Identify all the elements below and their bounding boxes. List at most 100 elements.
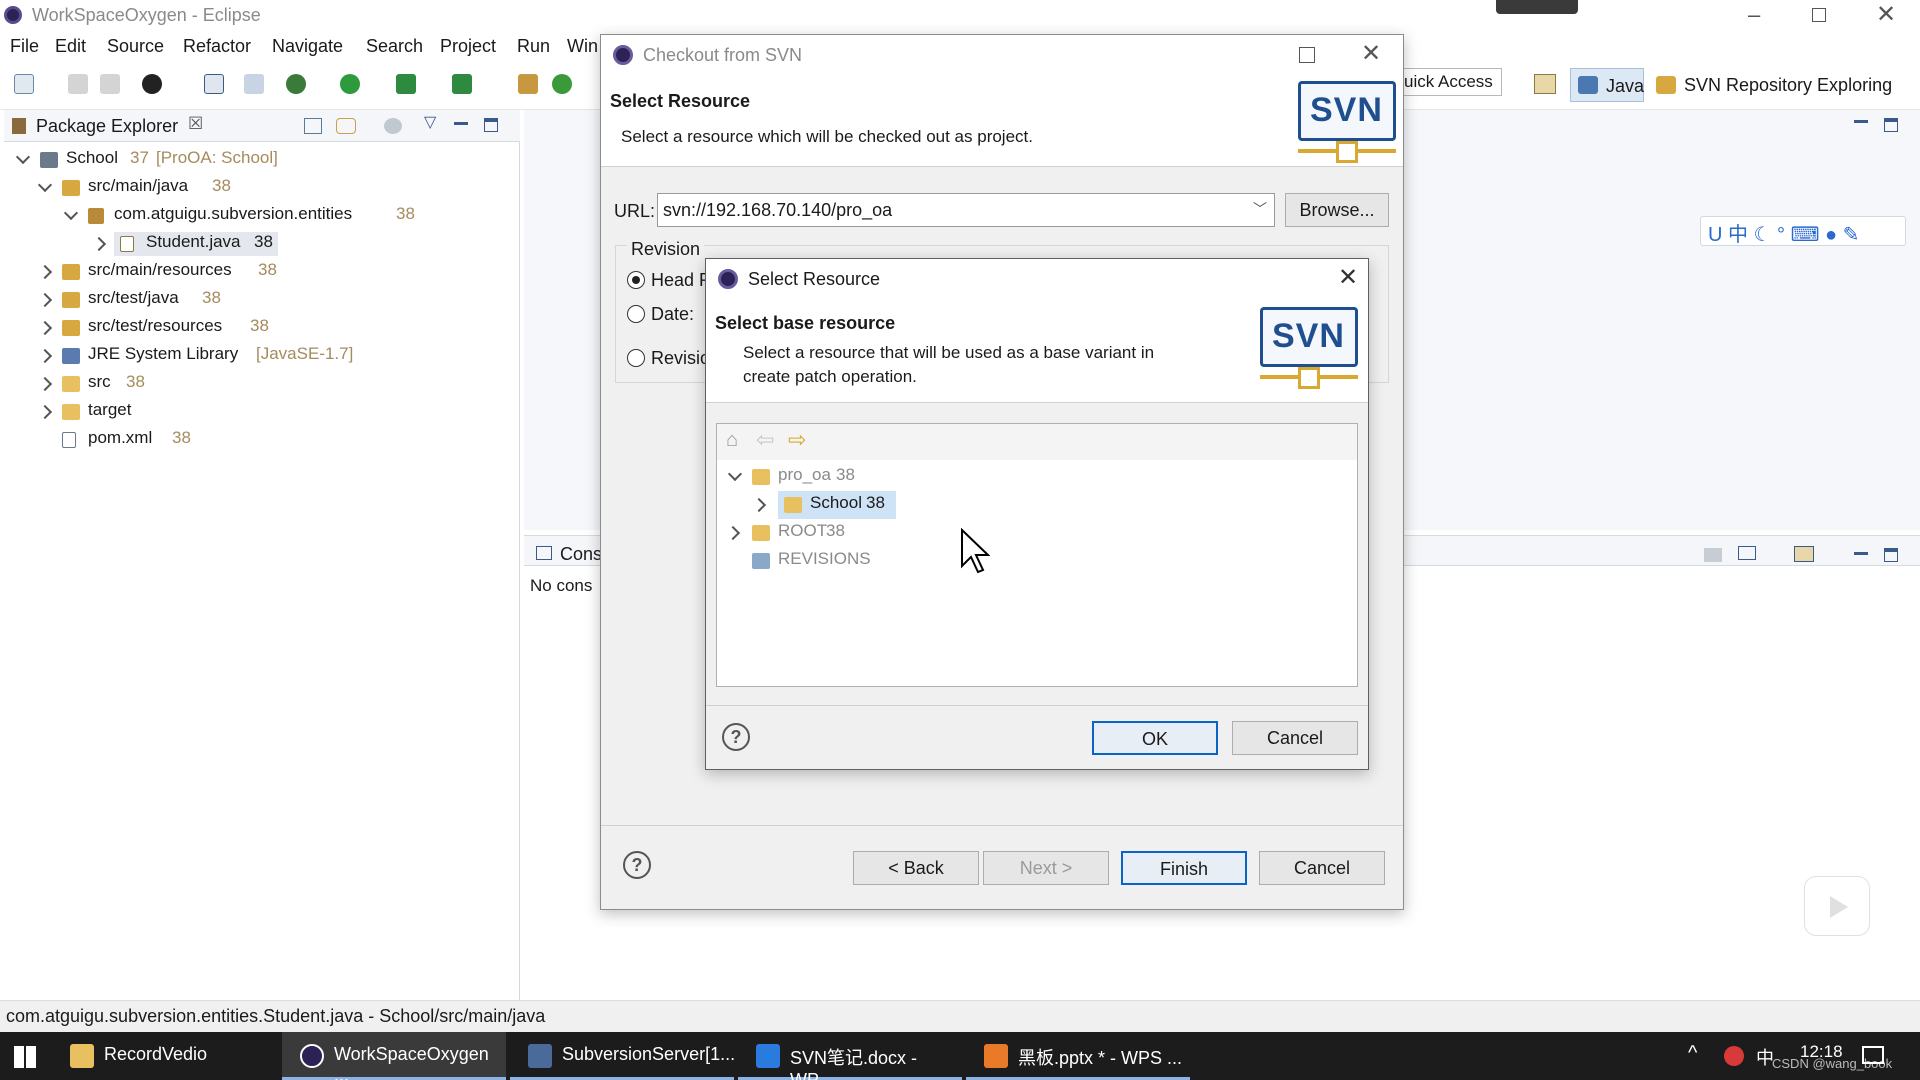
new-class-icon[interactable]: [552, 74, 572, 94]
select-dialog-close-button[interactable]: ✕: [1338, 263, 1358, 292]
browse-button[interactable]: Browse...: [1285, 193, 1389, 227]
minimize-button[interactable]: –: [1748, 2, 1760, 28]
expand-chevron-down-icon[interactable]: [727, 466, 743, 482]
skip-breakpoints-icon[interactable]: [244, 74, 264, 94]
svn-icon[interactable]: [142, 74, 162, 94]
start-windows-icon[interactable]: [14, 1046, 36, 1068]
tree-item-src[interactable]: src 38: [14, 372, 494, 396]
close-tab-icon[interactable]: ☒: [188, 114, 203, 134]
expand-chevron-right-icon[interactable]: [37, 348, 53, 364]
external-tools-icon[interactable]: [452, 74, 472, 94]
expand-chevron-down-icon[interactable]: [63, 205, 79, 221]
open-console-icon[interactable]: [1794, 546, 1814, 562]
select-heading: Select base resource: [715, 313, 896, 333]
pin-console-icon[interactable]: [1704, 548, 1722, 562]
display-console-icon[interactable]: [1738, 546, 1756, 560]
view-menu-chevron-down-icon[interactable]: ▽: [424, 112, 436, 132]
tree-rev: 38: [126, 372, 145, 391]
minimize-console-icon[interactable]: [1854, 552, 1868, 555]
dialog-maximize-button[interactable]: [1299, 47, 1315, 63]
tree-item-jre-library[interactable]: JRE System Library [JavaSE-1.7]: [14, 344, 494, 368]
tree-item-school[interactable]: School 37 [ProOA: School]: [14, 148, 494, 172]
menu-file[interactable]: File: [10, 36, 39, 57]
tree-item-src-test-java[interactable]: src/test/java 38: [14, 288, 494, 312]
tree-item-src-test-resources[interactable]: src/test/resources 38: [14, 316, 494, 340]
expand-chevron-right-icon[interactable]: [37, 292, 53, 308]
home-icon[interactable]: ⌂: [726, 429, 738, 452]
help-icon[interactable]: ?: [623, 851, 651, 879]
maximize-view-icon[interactable]: [484, 118, 498, 132]
tree-item-src-main-java[interactable]: src/main/java 38: [14, 176, 494, 200]
maximize-editor-icon[interactable]: [1884, 118, 1898, 132]
task-recordvedio[interactable]: RecordVedio: [52, 1032, 276, 1080]
close-window-button[interactable]: ✕: [1876, 0, 1896, 29]
task-svn-notes[interactable]: SVN笔记.docx - WP...: [738, 1032, 962, 1080]
restore-button[interactable]: [1812, 8, 1826, 22]
maximize-console-icon[interactable]: [1884, 548, 1898, 562]
tray-app-icon[interactable]: [1724, 1046, 1744, 1066]
tray-chevron-up-icon[interactable]: ^: [1688, 1042, 1697, 1065]
notification-icon[interactable]: [1862, 1046, 1884, 1064]
tree-item-school[interactable]: School 38: [726, 491, 1026, 519]
new-icon[interactable]: [14, 74, 34, 94]
menu-navigate[interactable]: Navigate: [272, 36, 343, 57]
package-explorer-tab[interactable]: Package Explorer ☒ ▽: [4, 110, 520, 142]
menu-edit[interactable]: Edit: [55, 36, 86, 57]
radio-date[interactable]: [627, 305, 645, 323]
menu-refactor[interactable]: Refactor: [183, 36, 251, 57]
filter-icon[interactable]: [384, 118, 402, 134]
menu-window[interactable]: Win: [567, 36, 598, 57]
help-icon[interactable]: ?: [722, 723, 750, 751]
radio-revision[interactable]: [627, 349, 645, 367]
terminal-icon[interactable]: [204, 74, 224, 94]
tree-item-pom[interactable]: pom.xml 38: [14, 428, 494, 452]
source-folder-icon: [62, 264, 80, 280]
expand-chevron-right-icon[interactable]: [91, 236, 107, 252]
debug-icon[interactable]: [286, 74, 306, 94]
save-all-icon[interactable]: [100, 74, 120, 94]
task-blackboard[interactable]: 黑板.pptx * - WPS ...: [966, 1032, 1190, 1080]
finish-button[interactable]: Finish: [1121, 851, 1247, 885]
task-eclipse[interactable]: WorkSpaceOxygen ...: [282, 1032, 506, 1080]
quick-access-label: uick Access: [1404, 72, 1493, 91]
expand-chevron-right-icon[interactable]: [751, 497, 767, 513]
tree-item-target[interactable]: target: [14, 400, 494, 424]
back-arrow-icon[interactable]: ⇦: [756, 427, 774, 453]
checkout-cancel-button[interactable]: Cancel: [1259, 851, 1385, 885]
tree-item-pro-oa[interactable]: pro_oa 38: [726, 465, 1026, 489]
expand-chevron-down-icon[interactable]: [37, 177, 53, 193]
tree-item-src-main-resources[interactable]: src/main/resources 38: [14, 260, 494, 284]
minimize-view-icon[interactable]: [454, 122, 468, 125]
menu-source[interactable]: Source: [107, 36, 164, 57]
collapse-all-icon[interactable]: [304, 118, 322, 134]
forward-arrow-icon[interactable]: ⇨: [788, 427, 806, 453]
console-tab[interactable]: Cons: [560, 544, 602, 565]
open-perspective-icon[interactable]: [1534, 74, 1556, 94]
expand-chevron-right-icon[interactable]: [37, 320, 53, 336]
dialog-close-button[interactable]: ✕: [1361, 39, 1381, 68]
back-button[interactable]: < Back: [853, 851, 979, 885]
new-java-package-icon[interactable]: [518, 74, 538, 94]
save-icon[interactable]: [68, 74, 88, 94]
select-cancel-button[interactable]: Cancel: [1232, 721, 1358, 755]
link-editor-icon[interactable]: [336, 118, 356, 134]
run-icon[interactable]: [340, 74, 360, 94]
expand-chevron-right-icon[interactable]: [37, 404, 53, 420]
expand-chevron-right-icon[interactable]: [37, 264, 53, 280]
ok-button[interactable]: OK: [1092, 721, 1218, 755]
minimize-editor-icon[interactable]: [1854, 120, 1868, 123]
menu-search[interactable]: Search: [366, 36, 423, 57]
expand-chevron-right-icon[interactable]: [37, 376, 53, 392]
task-subversion-server[interactable]: SubversionServer[1...: [510, 1032, 735, 1080]
dialog-app-icon: [613, 45, 633, 65]
menu-project[interactable]: Project: [440, 36, 496, 57]
tree-item-student-java[interactable]: Student.java 38: [14, 232, 494, 256]
expand-chevron-right-icon[interactable]: [725, 525, 741, 541]
perspective-svn-label[interactable]: SVN Repository Exploring: [1684, 75, 1892, 96]
coverage-icon[interactable]: [396, 74, 416, 94]
tree-item-package[interactable]: com.atguigu.subversion.entities 38: [14, 204, 494, 228]
window-titlebar: WorkSpaceOxygen - Eclipse – ✕: [0, 0, 1920, 32]
url-chevron-down-icon[interactable]: ﹀: [1253, 199, 1267, 219]
expand-chevron-down-icon[interactable]: [15, 149, 31, 165]
menu-run[interactable]: Run: [517, 36, 550, 57]
